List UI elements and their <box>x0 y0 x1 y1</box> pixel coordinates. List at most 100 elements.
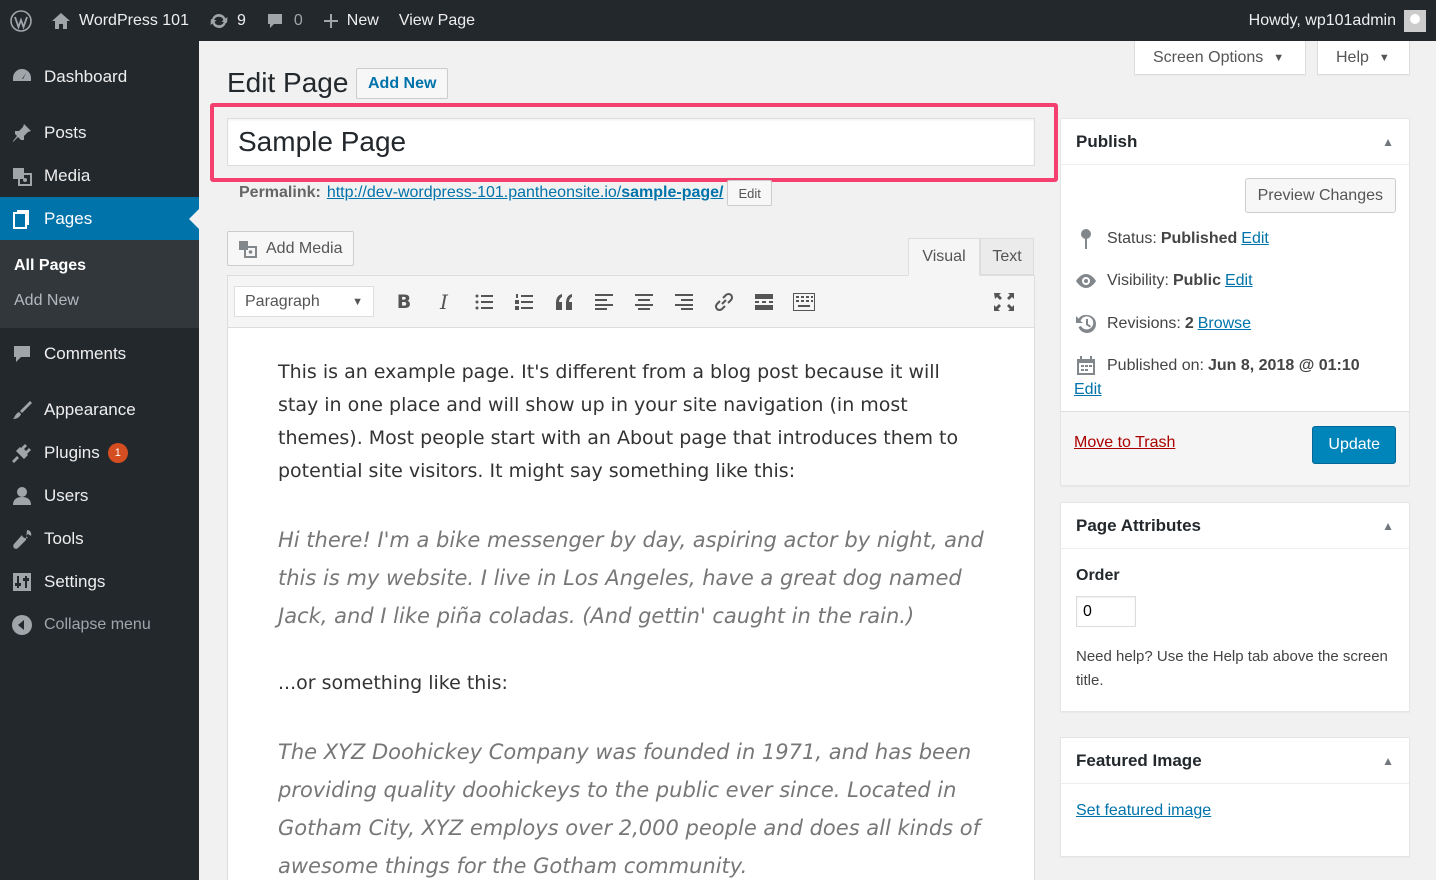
add-media-label: Add Media <box>266 239 343 257</box>
publish-box: Publish ▲ Preview Changes Status: Publis… <box>1060 118 1410 486</box>
revisions-browse-link[interactable]: Browse <box>1198 315 1251 333</box>
admin-sidebar: Dashboard Posts Media Pages All Pages Ad… <box>0 41 199 880</box>
collapse-toggle-icon[interactable]: ▲ <box>1382 754 1394 768</box>
collapse-menu-button[interactable]: Collapse menu <box>0 603 199 646</box>
collapse-toggle-icon[interactable]: ▲ <box>1382 135 1394 149</box>
visibility-row: Visibility: Public Edit <box>1061 272 1253 290</box>
sidebar-item-pages[interactable]: Pages <box>0 197 199 240</box>
published-value: Jun 8, 2018 @ 01:10 <box>1207 357 1360 374</box>
main-content: Screen Options ▼ Help ▼ Edit Page Add Ne… <box>199 41 1436 880</box>
order-label: Order <box>1076 567 1120 584</box>
sidebar-item-label: Media <box>44 165 91 185</box>
sidebar-item-media[interactable]: Media <box>0 154 199 197</box>
account-menu[interactable]: Howdy, wp101admin <box>1239 0 1436 41</box>
sidebar-item-label: Posts <box>44 122 87 142</box>
calendar-icon <box>1075 356 1097 376</box>
updates-count: 9 <box>236 11 246 29</box>
content-quote: The XYZ Doohickey Company was founded in… <box>278 740 981 878</box>
bold-icon[interactable]: B <box>384 286 424 317</box>
align-left-icon[interactable] <box>584 286 624 317</box>
editor-toolbar: Paragraph ▼ B I <box>228 276 1034 328</box>
sidebar-item-posts[interactable]: Posts <box>0 111 199 154</box>
published-edit-link[interactable]: Edit <box>1074 381 1102 399</box>
pages-icon <box>10 207 34 231</box>
comment-bubble-icon <box>266 12 284 30</box>
site-name-link[interactable]: WordPress 101 <box>41 0 199 41</box>
media-icon <box>238 239 266 259</box>
plug-icon <box>10 441 34 465</box>
collapse-arrow-icon <box>10 613 34 637</box>
sidebar-item-users[interactable]: Users <box>0 474 199 517</box>
visibility-edit-link[interactable]: Edit <box>1225 272 1253 290</box>
status-edit-link[interactable]: Edit <box>1241 230 1269 248</box>
view-page-link[interactable]: View Page <box>389 0 485 41</box>
caret-down-icon: ▼ <box>352 295 363 308</box>
user-icon <box>10 484 34 508</box>
permalink-edit-button[interactable]: Edit <box>727 180 772 206</box>
view-page-label: View Page <box>398 11 476 29</box>
tab-text[interactable]: Text <box>980 238 1034 275</box>
media-icon <box>10 164 34 188</box>
publish-title: Publish <box>1076 131 1138 151</box>
bulleted-list-icon[interactable] <box>464 286 504 317</box>
title-highlight-annotation <box>210 103 1058 182</box>
set-featured-image-link[interactable]: Set featured image <box>1076 802 1211 819</box>
plugins-update-badge: 1 <box>107 442 128 463</box>
content-quote: Hi there! I'm a bike messenger by day, a… <box>278 528 984 628</box>
update-button[interactable]: Update <box>1312 426 1396 464</box>
blockquote-icon[interactable] <box>544 286 584 317</box>
wordpress-logo-icon[interactable] <box>0 0 41 41</box>
page-attributes-help: Need help? Use the Help tab above the sc… <box>1076 648 1388 689</box>
help-tab[interactable]: Help ▼ <box>1317 41 1410 75</box>
comments-count: 0 <box>293 11 303 29</box>
align-center-icon[interactable] <box>624 286 664 317</box>
sidebar-item-label: Users <box>44 485 89 505</box>
sidebar-item-comments[interactable]: Comments <box>0 332 199 375</box>
sidebar-item-plugins[interactable]: Plugins 1 <box>0 431 199 474</box>
editor-content[interactable]: This is an example page. It's different … <box>228 328 1034 880</box>
pin-icon <box>1075 229 1097 249</box>
preview-changes-button[interactable]: Preview Changes <box>1244 178 1396 213</box>
move-to-trash-link[interactable]: Move to Trash <box>1074 434 1175 452</box>
comment-bubble-icon <box>10 342 34 366</box>
add-new-button[interactable]: Add New <box>356 68 449 99</box>
visibility-label: Visibility: <box>1107 272 1169 289</box>
sidebar-item-label: Settings <box>44 571 106 591</box>
submenu-all-pages[interactable]: All Pages <box>0 248 199 283</box>
add-media-button[interactable]: Add Media <box>227 231 354 266</box>
permalink-url-link[interactable]: http://dev-wordpress-101.pantheonsite.io… <box>327 184 724 202</box>
fullscreen-icon[interactable] <box>984 286 1024 317</box>
sidebar-item-tools[interactable]: Tools <box>0 517 199 560</box>
tab-visual[interactable]: Visual <box>908 238 980 276</box>
permalink-label: Permalink: <box>239 184 321 201</box>
format-select[interactable]: Paragraph ▼ <box>234 286 374 317</box>
published-label: Published on: <box>1107 357 1204 374</box>
link-icon[interactable] <box>704 286 744 317</box>
sidebar-item-label: Comments <box>44 343 127 363</box>
new-content-link[interactable]: New <box>313 0 389 41</box>
howdy-text: Howdy, wp101admin <box>1248 11 1396 29</box>
featured-image-title: Featured Image <box>1076 750 1202 770</box>
sidebar-item-settings[interactable]: Settings <box>0 560 199 603</box>
featured-image-header[interactable]: Featured Image ▲ <box>1061 738 1409 784</box>
publish-box-header[interactable]: Publish ▲ <box>1061 119 1409 165</box>
content-editor: Paragraph ▼ B I This is an example page.… <box>227 275 1035 880</box>
comments-link[interactable]: 0 <box>256 0 313 41</box>
read-more-icon[interactable] <box>744 286 784 317</box>
toolbar-toggle-icon[interactable] <box>784 286 824 317</box>
updates-link[interactable]: 9 <box>199 0 256 41</box>
numbered-list-icon[interactable] <box>504 286 544 317</box>
collapse-toggle-icon[interactable]: ▲ <box>1382 519 1394 533</box>
align-right-icon[interactable] <box>664 286 704 317</box>
status-row: Status: Published Edit <box>1061 229 1269 249</box>
order-input[interactable] <box>1076 596 1136 627</box>
page-attributes-header[interactable]: Page Attributes ▲ <box>1061 503 1409 549</box>
italic-icon[interactable]: I <box>424 286 464 317</box>
screen-options-tab[interactable]: Screen Options ▼ <box>1134 41 1306 75</box>
visibility-value: Public <box>1172 272 1221 289</box>
revisions-label: Revisions: <box>1107 315 1181 332</box>
caret-down-icon: ▼ <box>1378 51 1390 64</box>
sidebar-item-dashboard[interactable]: Dashboard <box>0 55 199 98</box>
submenu-add-new[interactable]: Add New <box>0 283 199 318</box>
sidebar-item-appearance[interactable]: Appearance <box>0 388 199 431</box>
